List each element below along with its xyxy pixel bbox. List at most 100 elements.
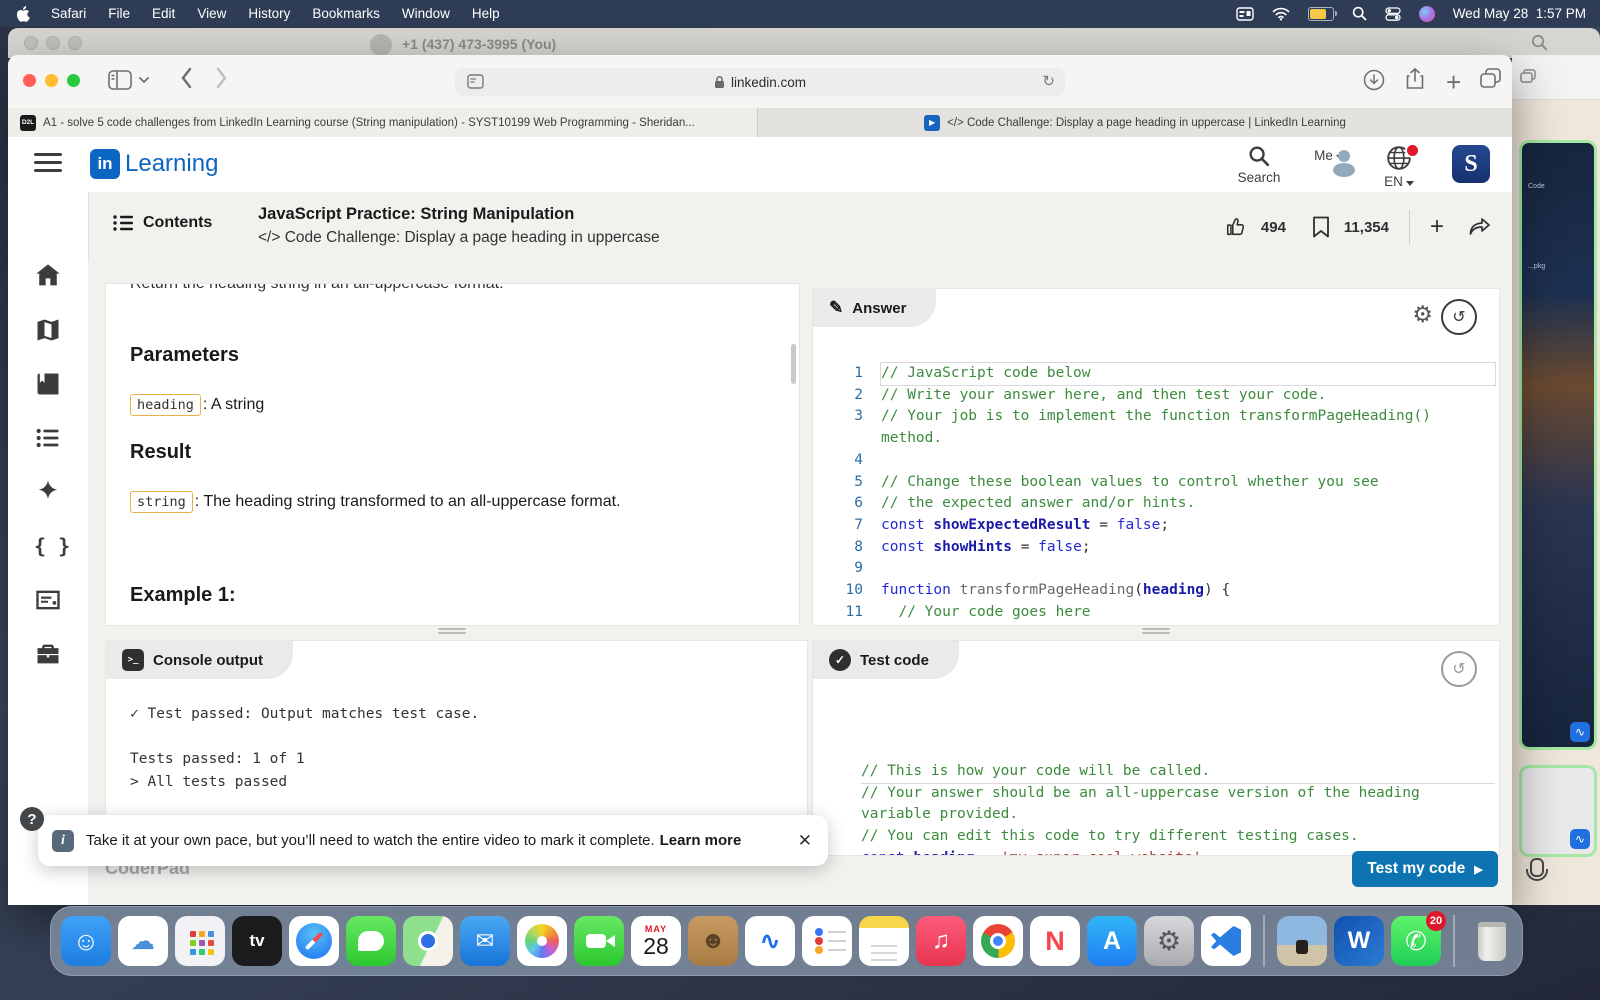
dock-photos-icon[interactable]: [517, 916, 567, 966]
test-code-panel[interactable]: ✓ Test code ↺ // This is how your code w…: [812, 640, 1500, 856]
chat-image-thumbnail[interactable]: Code ...pkg ∿: [1519, 140, 1597, 750]
help-button[interactable]: ?: [20, 807, 44, 831]
me-menu[interactable]: Me: [1294, 145, 1364, 163]
address-bar[interactable]: linkedin.com ↻: [455, 68, 1065, 96]
dock-freeform-icon[interactable]: ∿: [745, 916, 795, 966]
header-search-button[interactable]: Search: [1224, 145, 1294, 185]
linkedin-logo-mark: in: [90, 149, 120, 179]
tab-d2l-assignment[interactable]: D2L A1 - solve 5 code challenges from Li…: [8, 108, 758, 137]
book-icon[interactable]: [34, 370, 62, 398]
menu-item[interactable]: Edit: [141, 6, 186, 21]
share-arrow-icon[interactable]: [1468, 217, 1492, 237]
new-tab-icon[interactable]: +: [1446, 67, 1461, 98]
apple-menu-icon[interactable]: [16, 6, 30, 22]
bookmark-icon[interactable]: [1312, 216, 1330, 238]
share-icon[interactable]: [1405, 67, 1425, 91]
tab-overview-icon[interactable]: [1480, 68, 1501, 88]
dock-finder-icon[interactable]: ☺: [61, 916, 111, 966]
tab-code-challenge[interactable]: ▶ </> Code Challenge: Display a page hea…: [758, 108, 1512, 137]
challenge-description-panel[interactable]: Return the heading string in an all-uppe…: [105, 283, 800, 626]
test-code-editor[interactable]: // This is how your code will be called.…: [861, 761, 1495, 856]
menu-item[interactable]: Window: [391, 6, 461, 21]
dock-system-settings-icon[interactable]: ⚙: [1144, 916, 1194, 966]
dock-calendar-icon[interactable]: MAY28: [631, 916, 681, 966]
minimize-window-button[interactable]: [45, 74, 58, 87]
test-code-tab[interactable]: ✓ Test code: [813, 641, 959, 679]
line-number: 10: [813, 580, 881, 602]
answer-code-editor[interactable]: 1// JavaScript code below2// Write your …: [813, 363, 1495, 623]
dock-maps-icon[interactable]: [403, 916, 453, 966]
panel-resize-handle[interactable]: [438, 628, 466, 635]
background-chat-toolbar: [1512, 55, 1600, 100]
dock-music-icon[interactable]: ♫: [916, 916, 966, 966]
dock-mail-icon[interactable]: ✉: [460, 916, 510, 966]
fullscreen-window-button[interactable]: [67, 74, 80, 87]
dock-apple-tv-icon[interactable]: tv: [232, 916, 282, 966]
sheridan-logo[interactable]: S: [1452, 145, 1490, 183]
scrollbar-thumb[interactable]: [791, 344, 796, 384]
back-button[interactable]: [180, 67, 192, 89]
like-icon[interactable]: [1225, 216, 1247, 238]
menu-item[interactable]: Bookmarks: [301, 6, 391, 21]
sidebar-toggle-icon[interactable]: [108, 70, 150, 90]
test-my-code-button[interactable]: Test my code ▶: [1352, 851, 1498, 887]
wifi-icon[interactable]: [1272, 7, 1290, 21]
certificate-icon[interactable]: [34, 586, 62, 614]
panel-resize-handle[interactable]: [1142, 628, 1170, 635]
battery-icon[interactable]: [1308, 7, 1334, 21]
dock-activity-monitor-icon[interactable]: ☁: [118, 916, 168, 966]
dock-word-icon[interactable]: W: [1334, 916, 1384, 966]
close-icon[interactable]: ✕: [798, 831, 812, 851]
console-tab[interactable]: >_ Console output: [106, 641, 293, 679]
dock-safari-icon[interactable]: [289, 916, 339, 966]
widgets-icon[interactable]: [1236, 7, 1254, 21]
home-icon[interactable]: [34, 262, 62, 290]
dock-chrome-icon[interactable]: [973, 916, 1023, 966]
answer-editor-panel[interactable]: ✎ Answer ⚙ ↺ 1// JavaScript code below2/…: [812, 288, 1500, 626]
line-number: 11: [813, 602, 881, 624]
menu-item[interactable]: History: [237, 6, 301, 21]
microphone-icon[interactable]: [1530, 858, 1544, 877]
control-center-icon[interactable]: [1385, 7, 1401, 21]
hamburger-menu-icon[interactable]: [34, 153, 62, 173]
reset-code-button[interactable]: ↺: [1441, 299, 1477, 335]
briefcase-icon[interactable]: [34, 640, 62, 668]
dock-facetime-icon[interactable]: [574, 916, 624, 966]
dock-notes-icon[interactable]: [859, 916, 909, 966]
reset-test-code-button[interactable]: ↺: [1441, 651, 1477, 687]
contents-button[interactable]: Contents: [113, 214, 212, 232]
downloads-icon[interactable]: [1363, 69, 1385, 91]
chat-image-thumbnail[interactable]: ∿: [1519, 765, 1597, 857]
code-braces-icon[interactable]: { }: [34, 532, 62, 560]
page-settings-icon[interactable]: [467, 74, 484, 89]
dock-messages-icon[interactable]: [346, 916, 396, 966]
menu-item[interactable]: Help: [461, 6, 511, 21]
dock-reminders-icon[interactable]: [802, 916, 852, 966]
map-icon[interactable]: [34, 316, 62, 344]
dock-contacts-icon[interactable]: ☻: [688, 916, 738, 966]
siri-icon[interactable]: [1419, 6, 1435, 22]
list-icon[interactable]: [34, 424, 62, 452]
dock-launchpad-icon[interactable]: [175, 916, 225, 966]
dock-app-store-icon[interactable]: A: [1087, 916, 1137, 966]
add-button[interactable]: +: [1430, 213, 1444, 241]
dock-trash-icon[interactable]: [1467, 916, 1517, 966]
dock-vscode-icon[interactable]: [1201, 916, 1251, 966]
reload-icon[interactable]: ↻: [1042, 72, 1055, 90]
dock-whatsapp-icon[interactable]: ✆20: [1391, 916, 1441, 966]
dock-news-icon[interactable]: N: [1030, 916, 1080, 966]
sparkle-icon[interactable]: [34, 478, 62, 506]
menu-item[interactable]: View: [186, 6, 237, 21]
learn-more-link[interactable]: Learn more: [660, 832, 742, 849]
language-menu[interactable]: EN: [1364, 145, 1434, 189]
linkedin-learning-logo[interactable]: in Learning: [90, 149, 218, 179]
forward-button[interactable]: [216, 67, 228, 89]
menu-item[interactable]: Safari: [40, 6, 97, 21]
editor-settings-icon[interactable]: ⚙: [1412, 301, 1433, 328]
answer-tab[interactable]: ✎ Answer: [813, 289, 936, 327]
spotlight-search-icon[interactable]: [1352, 6, 1367, 21]
dock-downloads-preview-icon[interactable]: [1277, 916, 1327, 966]
background-call-window[interactable]: +1 (437) 473-3995 (You): [8, 28, 1600, 58]
menu-item[interactable]: File: [97, 6, 141, 21]
close-window-button[interactable]: [23, 74, 36, 87]
